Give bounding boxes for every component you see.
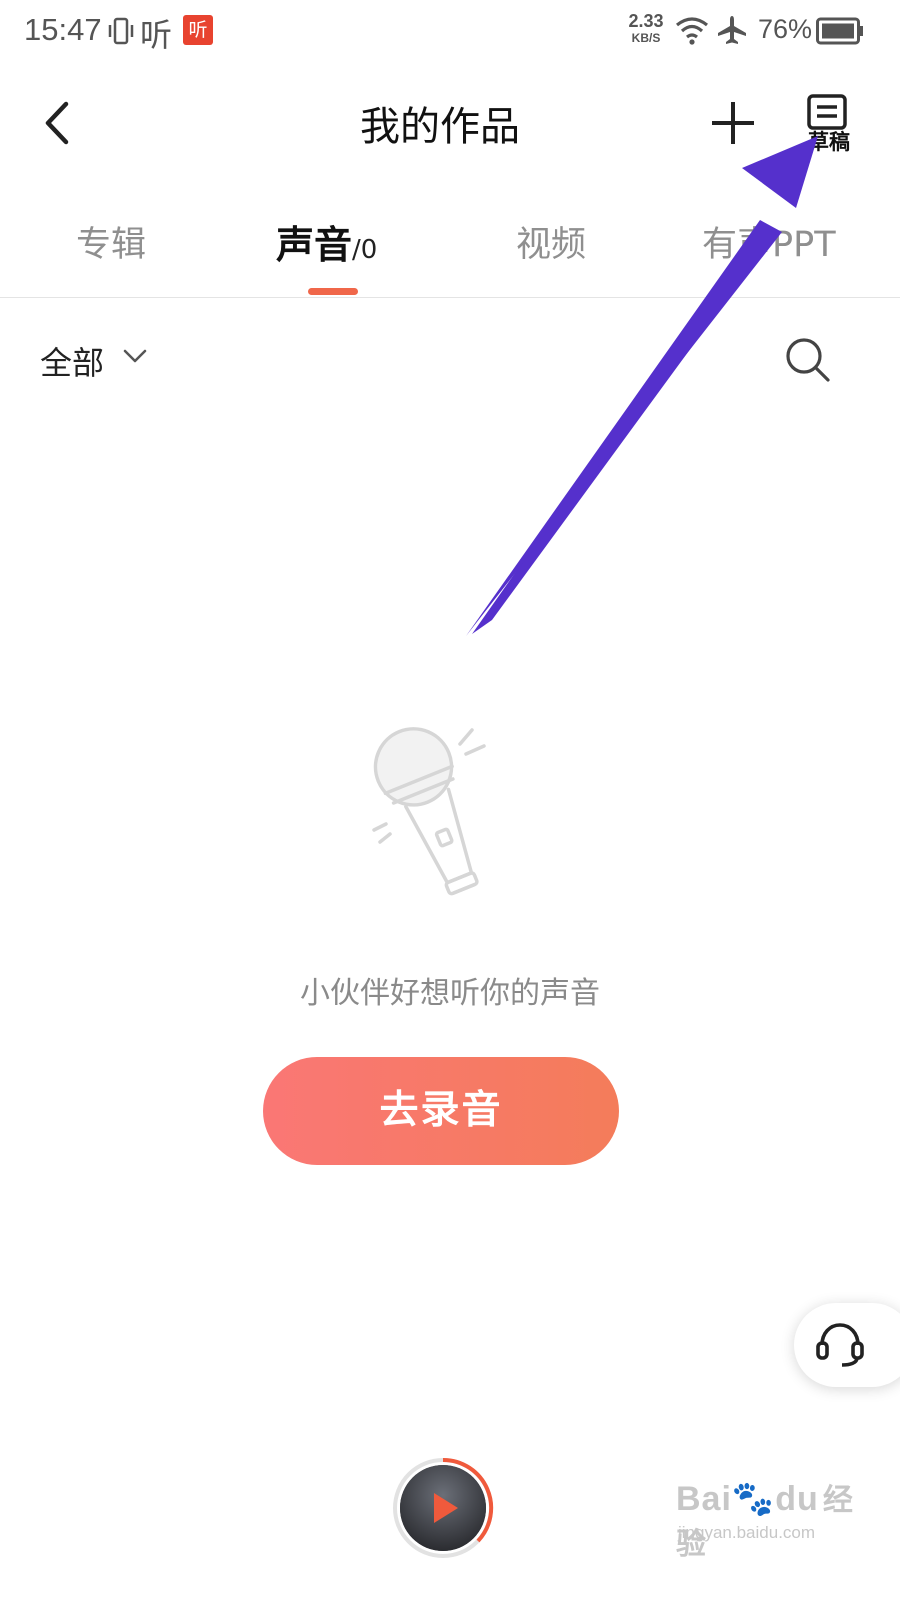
search-icon [786,338,830,382]
status-time: 15:47 [24,12,102,47]
back-button[interactable] [38,98,78,148]
draft-button[interactable]: 草稿 [800,92,858,154]
airplane-icon [716,14,748,50]
tab-sound-label: 声音 [276,223,353,267]
tab-video[interactable]: 视频 [516,216,586,267]
add-button[interactable] [708,98,758,148]
plus-icon [712,102,754,144]
ting-notification-icon: 听 [140,16,173,54]
search-button[interactable] [784,336,832,384]
filter-dropdown[interactable]: 全部 [40,338,104,384]
paw-icon: 🐾 [731,1480,776,1518]
watermark-brand-part1: Bai [676,1480,732,1518]
tab-bar: 专辑 声音/0 视频 有声PPT [0,200,900,298]
active-tab-indicator [308,288,358,295]
customer-service-button[interactable] [794,1303,900,1387]
watermark-brand-part2: du [775,1480,819,1518]
tab-album[interactable]: 专辑 [76,216,146,267]
headset-icon [816,1323,864,1367]
vibrate-icon [106,16,136,50]
watermark: Bai🐾du 经验 jingyan.baidu.com [676,1475,876,1561]
player-cover-icon [393,1457,494,1558]
tab-sound-count: /0 [352,235,378,265]
chevron-down-icon[interactable] [122,348,148,368]
draft-label: 草稿 [808,130,850,154]
tab-sound[interactable]: 声音/0 [276,214,377,269]
header: 我的作品 草稿 [0,64,900,184]
watermark-brand: Bai🐾du 经验 [676,1475,876,1563]
net-speed-unit: KB/S [631,31,661,45]
back-icon [45,101,69,145]
net-speed-value: 2.33 [628,11,664,31]
draft-icon [807,94,847,130]
app-badge-icon: 听 [183,15,213,45]
filter-row: 全部 [0,320,900,400]
battery-percent: 76% [758,14,813,44]
battery-icon [816,17,864,49]
empty-state-message: 小伙伴好想听你的声音 [300,976,600,1011]
watermark-url: jingyan.baidu.com [678,1523,816,1542]
record-button[interactable]: 去录音 [263,1057,619,1165]
status-bar: 15:47 听 听 2.33 KB/S 76% [0,0,900,64]
wifi-icon [674,14,710,50]
tab-audio-ppt[interactable]: 有声PPT [702,216,836,267]
page-title: 我的作品 [360,104,520,150]
microphone-icon [360,718,520,928]
net-speed: 2.33 KB/S [624,12,668,44]
mini-player-button[interactable] [392,1457,494,1559]
